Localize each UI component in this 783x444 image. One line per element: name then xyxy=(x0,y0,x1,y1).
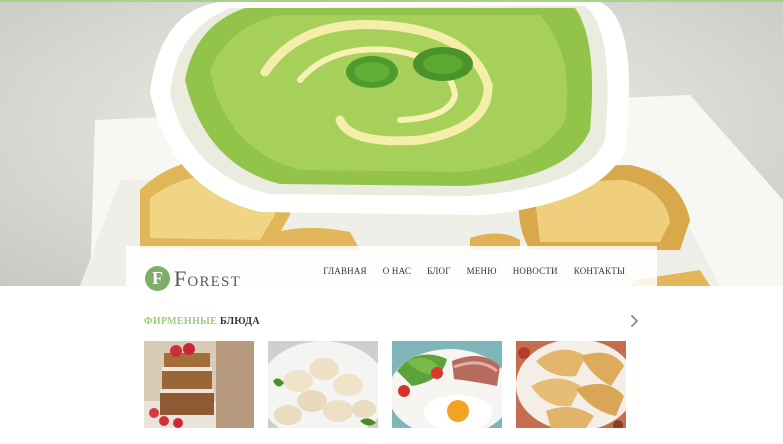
nav-about[interactable]: О НАС xyxy=(383,266,411,276)
chevron-right-icon[interactable] xyxy=(626,313,642,329)
site-logo[interactable]: F Forest xyxy=(145,266,241,291)
nav-menu[interactable]: МЕНЮ xyxy=(467,266,497,276)
nav-contacts[interactable]: КОНТАКТЫ xyxy=(574,266,625,276)
site-header: F Forest ГЛАВНАЯ О НАС БЛОГ МЕНЮ НОВОСТИ… xyxy=(126,246,657,291)
dish-thumb-crepes[interactable] xyxy=(516,341,626,428)
dish-thumb-dumplings[interactable] xyxy=(268,341,378,428)
top-accent-line xyxy=(0,0,783,2)
featured-title-rest: БЛЮДА xyxy=(219,316,260,327)
featured-dishes xyxy=(144,341,626,428)
featured-title-accent: ФИРМЕННЫЕ xyxy=(144,316,218,327)
featured-title: ФИРМЕННЫЕ БЛЮДА xyxy=(144,316,260,327)
dish-thumb-egg-salad[interactable] xyxy=(392,341,502,428)
logo-text: Forest xyxy=(174,266,241,291)
logo-f-icon: F xyxy=(145,266,170,291)
main-nav: ГЛАВНАЯ О НАС БЛОГ МЕНЮ НОВОСТИ КОНТАКТЫ xyxy=(307,266,625,276)
hero-image xyxy=(0,0,783,286)
dish-thumb-cake[interactable] xyxy=(144,341,254,428)
nav-news[interactable]: НОВОСТИ xyxy=(513,266,558,276)
nav-blog[interactable]: БЛОГ xyxy=(427,266,451,276)
nav-home[interactable]: ГЛАВНАЯ xyxy=(323,266,367,276)
